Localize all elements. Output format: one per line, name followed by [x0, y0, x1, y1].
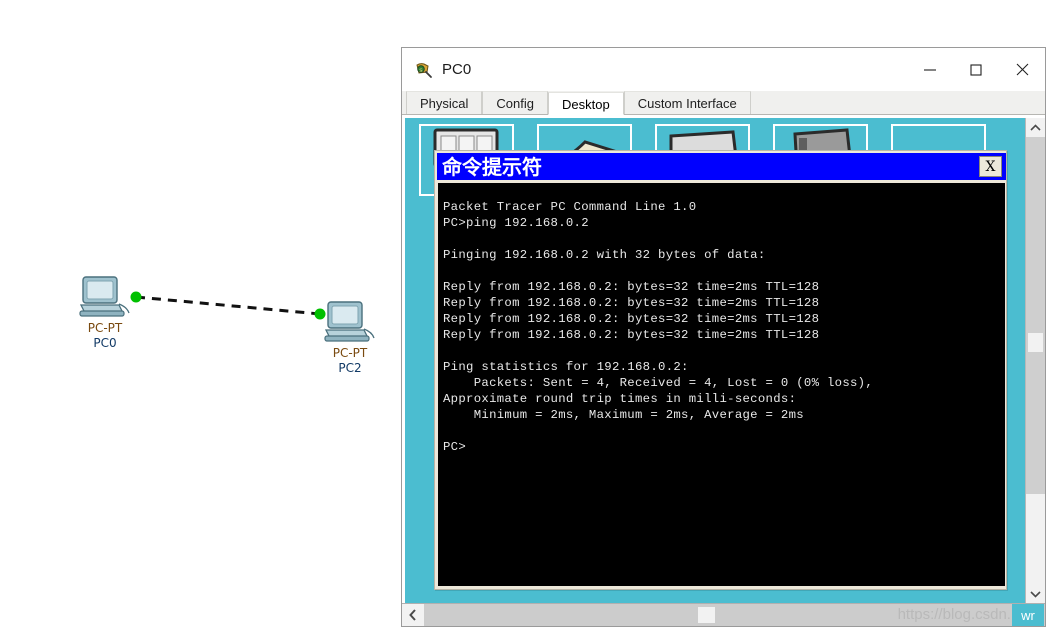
command-prompt-output-area[interactable]: Packet Tracer PC Command Line 1.0 PC>pin… — [438, 183, 1005, 586]
command-prompt-title: 命令提示符 — [442, 154, 542, 179]
command-prompt-window: 命令提示符 X Packet Tracer PC Command Line 1.… — [434, 150, 1007, 590]
scroll-down-arrow[interactable] — [1026, 584, 1045, 603]
link-line — [135, 295, 321, 316]
tab-custom-interface[interactable]: Custom Interface — [623, 91, 751, 114]
horizontal-scroll-track[interactable] — [424, 604, 1045, 626]
pc-pt-icon — [77, 275, 133, 321]
tab-desktop[interactable]: Desktop — [548, 92, 624, 115]
maximize-button[interactable] — [953, 48, 999, 91]
device-model-label: PC-PT — [332, 346, 368, 360]
device-name-label: PC0 — [93, 336, 117, 350]
pc0-window: S PC0 Physical Config Desktop Custom Int… — [401, 47, 1046, 627]
packet-tracer-icon: S — [415, 61, 433, 79]
command-prompt-titlebar[interactable]: 命令提示符 X — [437, 153, 1006, 180]
watermark-badge: wr — [1012, 604, 1044, 626]
window-titlebar[interactable]: S PC0 — [402, 48, 1045, 91]
vertical-scrollbar[interactable] — [1025, 118, 1045, 603]
tab-physical[interactable]: Physical — [406, 91, 483, 114]
horizontal-scrollbar[interactable]: https://blog.csdn.net/ wr — [402, 603, 1045, 626]
device-model-label: PC-PT — [87, 321, 123, 335]
tab-config[interactable]: Config — [482, 91, 548, 114]
vertical-scroll-track[interactable] — [1026, 137, 1045, 494]
command-prompt-output-text: Packet Tracer PC Command Line 1.0 PC>pin… — [443, 200, 874, 454]
horizontal-scroll-thumb[interactable] — [698, 607, 715, 623]
scroll-left-arrow[interactable] — [402, 604, 424, 626]
tab-bar: Physical Config Desktop Custom Interface — [402, 91, 1045, 115]
command-prompt-close-button[interactable]: X — [979, 156, 1002, 177]
window-controls — [907, 48, 1045, 91]
pc-pt-icon — [322, 300, 378, 346]
scroll-up-arrow[interactable] — [1026, 118, 1045, 137]
close-button[interactable] — [999, 48, 1045, 91]
vertical-scroll-lower-region[interactable] — [1026, 494, 1045, 584]
device-pc2[interactable]: PC-PT PC2 — [305, 300, 395, 376]
desktop-area: 命令提示符 X Packet Tracer PC Command Line 1.… — [402, 115, 1045, 603]
device-name-label: PC2 — [338, 361, 362, 375]
desktop-pane[interactable]: 命令提示符 X Packet Tracer PC Command Line 1.… — [405, 118, 1025, 603]
minimize-button[interactable] — [907, 48, 953, 91]
window-title: PC0 — [442, 61, 472, 78]
vertical-scroll-thumb[interactable] — [1028, 333, 1043, 352]
svg-text:S: S — [419, 68, 423, 74]
device-pc0[interactable]: PC-PT PC0 — [60, 275, 150, 351]
network-topology-canvas[interactable]: PC-PT PC0 PC-PT PC2 — [0, 0, 400, 632]
